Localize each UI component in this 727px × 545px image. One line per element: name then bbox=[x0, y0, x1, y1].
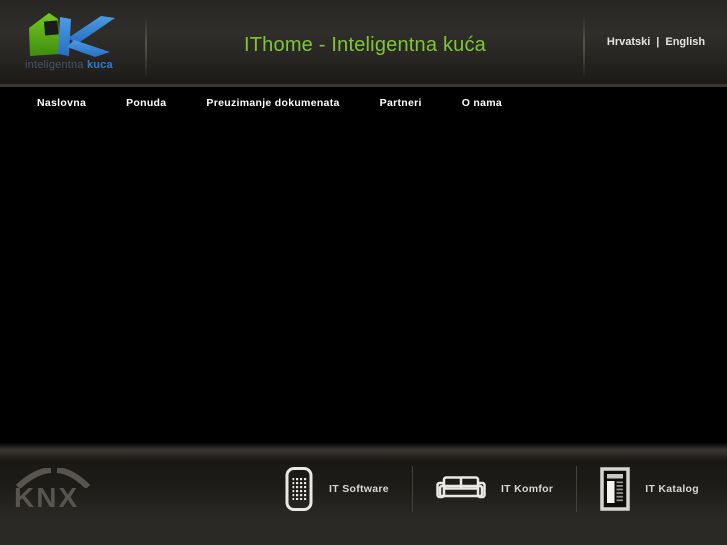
site-logo[interactable]: inteligentna kuca bbox=[0, 0, 145, 84]
nav-item-o-nama[interactable]: O nama bbox=[462, 97, 502, 109]
footer-item-it-komfor[interactable]: IT Komfor bbox=[436, 473, 553, 505]
knx-logo: KNX bbox=[14, 467, 91, 513]
logo-word-inteligentna: inteligentna bbox=[25, 59, 84, 71]
knx-logo-text: KNX bbox=[14, 481, 80, 513]
logo-tagline: inteligentna kuca bbox=[25, 59, 145, 72]
footer-item-it-software[interactable]: IT Software bbox=[284, 466, 389, 512]
footer-item-label: IT Katalog bbox=[645, 483, 699, 495]
nav-item-preuzimanje-dokumenata[interactable]: Preuzimanje dokumenata bbox=[206, 97, 339, 109]
nav-item-ponuda[interactable]: Ponuda bbox=[126, 97, 166, 109]
language-english-link[interactable]: English bbox=[665, 36, 705, 48]
logo-icon bbox=[29, 13, 115, 57]
footer: KNX IT Software IT Komfor IT Katalog bbox=[0, 443, 727, 545]
title-block: IThome - Inteligentna kuća bbox=[147, 0, 583, 84]
footer-divider bbox=[576, 466, 578, 512]
footer-shortcuts: IT Software IT Komfor IT Katalog bbox=[284, 466, 699, 512]
nav-item-naslovna[interactable]: Naslovna bbox=[37, 97, 86, 109]
catalog-icon bbox=[600, 467, 630, 511]
remote-icon bbox=[285, 467, 313, 511]
page-root: inteligentna kuca IThome - Inteligentna … bbox=[0, 0, 727, 545]
language-separator: | bbox=[656, 36, 660, 48]
footer-divider bbox=[411, 466, 413, 512]
footer-item-label: IT Komfor bbox=[500, 483, 554, 495]
footer-item-label: IT Software bbox=[329, 483, 389, 495]
sofa-icon bbox=[436, 476, 486, 499]
language-switcher: Hrvatski | English bbox=[585, 0, 727, 84]
content-area bbox=[0, 118, 727, 443]
logo-word-kuca: kuca bbox=[86, 59, 113, 71]
header: inteligentna kuca IThome - Inteligentna … bbox=[0, 0, 727, 87]
footer-item-it-katalog[interactable]: IT Katalog bbox=[600, 467, 699, 511]
main-nav: Naslovna Ponuda Preuzimanje dokumenata P… bbox=[0, 87, 727, 118]
language-hrvatski-link[interactable]: Hrvatski bbox=[607, 36, 650, 48]
page-title: IThome - Inteligentna kuća bbox=[244, 33, 486, 56]
nav-item-partneri[interactable]: Partneri bbox=[380, 97, 422, 109]
